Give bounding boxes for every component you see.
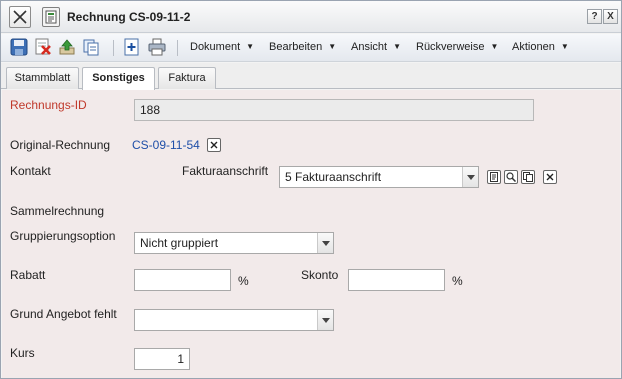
tab-faktura[interactable]: Faktura: [158, 67, 216, 89]
toolbar-separator: [177, 40, 178, 56]
gruppierungsoption-select[interactable]: Nicht gruppiert: [134, 232, 334, 254]
close-icon: [546, 173, 554, 181]
menu-rueckverweise-label: Rückverweise: [416, 41, 485, 53]
fakturaanschrift-value: 5 Fakturaanschrift: [285, 170, 382, 184]
upload-icon[interactable]: [58, 38, 76, 56]
chevron-down-icon[interactable]: [317, 310, 333, 330]
kontakt-label: Kontakt: [10, 164, 51, 178]
kurs-input[interactable]: 1: [134, 348, 190, 370]
delete-icon[interactable]: [34, 38, 52, 56]
search-address-button[interactable]: [504, 170, 518, 184]
chevron-down-icon: ▼: [246, 42, 255, 51]
menu-rueckverweise[interactable]: Rückverweise ▼: [416, 41, 498, 53]
menu-ansicht[interactable]: Ansicht ▼: [351, 41, 401, 53]
document-icon: [490, 172, 498, 182]
close-icon: [210, 141, 218, 149]
toolbar: Dokument ▼ Bearbeiten ▼ Ansicht ▼ Rückverwe…: [1, 34, 621, 62]
chevron-down-icon: ▼: [560, 42, 569, 51]
chevron-down-icon: ▼: [490, 42, 499, 51]
kurs-label: Kurs: [10, 346, 35, 360]
menu-aktionen[interactable]: Aktionen ▼: [512, 41, 569, 53]
clear-address-button[interactable]: [543, 170, 557, 184]
chevron-down-icon: ▼: [328, 42, 337, 51]
gruppierungsoption-value: Nicht gruppiert: [140, 236, 219, 250]
tab-stammblatt[interactable]: Stammblatt: [6, 67, 79, 89]
tab-sonstiges[interactable]: Sonstiges: [82, 67, 155, 90]
skonto-input[interactable]: [348, 269, 445, 291]
help-button[interactable]: ?: [587, 9, 602, 24]
remove-original-rechnung-button[interactable]: [207, 138, 221, 152]
window-title: Rechnung CS-09-11-2: [67, 10, 191, 24]
chevron-down-icon: ▼: [393, 42, 401, 51]
menu-bearbeiten[interactable]: Bearbeiten ▼: [269, 41, 336, 53]
tab-strip: Stammblatt Sonstiges Faktura: [1, 63, 621, 90]
toolbar-separator: [113, 40, 114, 56]
gruppierungsoption-label: Gruppierungsoption: [10, 229, 116, 243]
invoice-window: Rechnung CS-09-11-2 ? X Dokument ▼ Bearb…: [0, 0, 622, 379]
menu-bearbeiten-label: Bearbeiten: [269, 41, 323, 53]
chevron-down-icon[interactable]: [317, 233, 333, 253]
grund-angebot-fehlt-select[interactable]: [134, 309, 334, 331]
rechnungs-id-field: 188: [134, 99, 534, 121]
rabatt-unit: %: [238, 274, 249, 288]
original-rechnung-link[interactable]: CS-09-11-54: [132, 138, 200, 152]
form-panel: Rechnungs-ID 188 Original-Rechnung CS-09…: [2, 90, 620, 378]
new-document-icon[interactable]: [123, 38, 141, 56]
close-icon: [13, 10, 27, 24]
menu-ansicht-label: Ansicht: [351, 41, 388, 53]
skonto-unit: %: [452, 274, 463, 288]
search-icon: [506, 172, 516, 182]
sammelrechnung-label: Sammelrechnung: [10, 204, 105, 218]
menu-dokument[interactable]: Dokument ▼: [190, 41, 254, 53]
grund-angebot-fehlt-label: Grund Angebot fehlt: [10, 307, 117, 321]
print-icon[interactable]: [148, 38, 166, 56]
close-button[interactable]: X: [603, 9, 618, 24]
skonto-label: Skonto: [301, 268, 339, 282]
title-bar: Rechnung CS-09-11-2 ? X: [1, 1, 621, 33]
rechnungs-id-label: Rechnungs-ID: [10, 98, 87, 112]
original-rechnung-label: Original-Rechnung: [10, 138, 111, 152]
copy-icon: [523, 172, 533, 182]
close-window-button[interactable]: [9, 6, 31, 28]
menu-aktionen-label: Aktionen: [512, 41, 555, 53]
invoice-document-icon: [42, 7, 60, 27]
menu-dokument-label: Dokument: [190, 41, 241, 53]
rabatt-label: Rabatt: [10, 268, 46, 282]
copy-address-button[interactable]: [521, 170, 535, 184]
fakturaanschrift-select[interactable]: 5 Fakturaanschrift: [279, 166, 479, 188]
rabatt-input[interactable]: [134, 269, 231, 291]
fakturaanschrift-label: Fakturaanschrift: [182, 164, 269, 178]
save-icon[interactable]: [10, 38, 28, 56]
chevron-down-icon[interactable]: [462, 167, 478, 187]
open-address-button[interactable]: [487, 170, 501, 184]
copy-icon[interactable]: [82, 38, 100, 56]
